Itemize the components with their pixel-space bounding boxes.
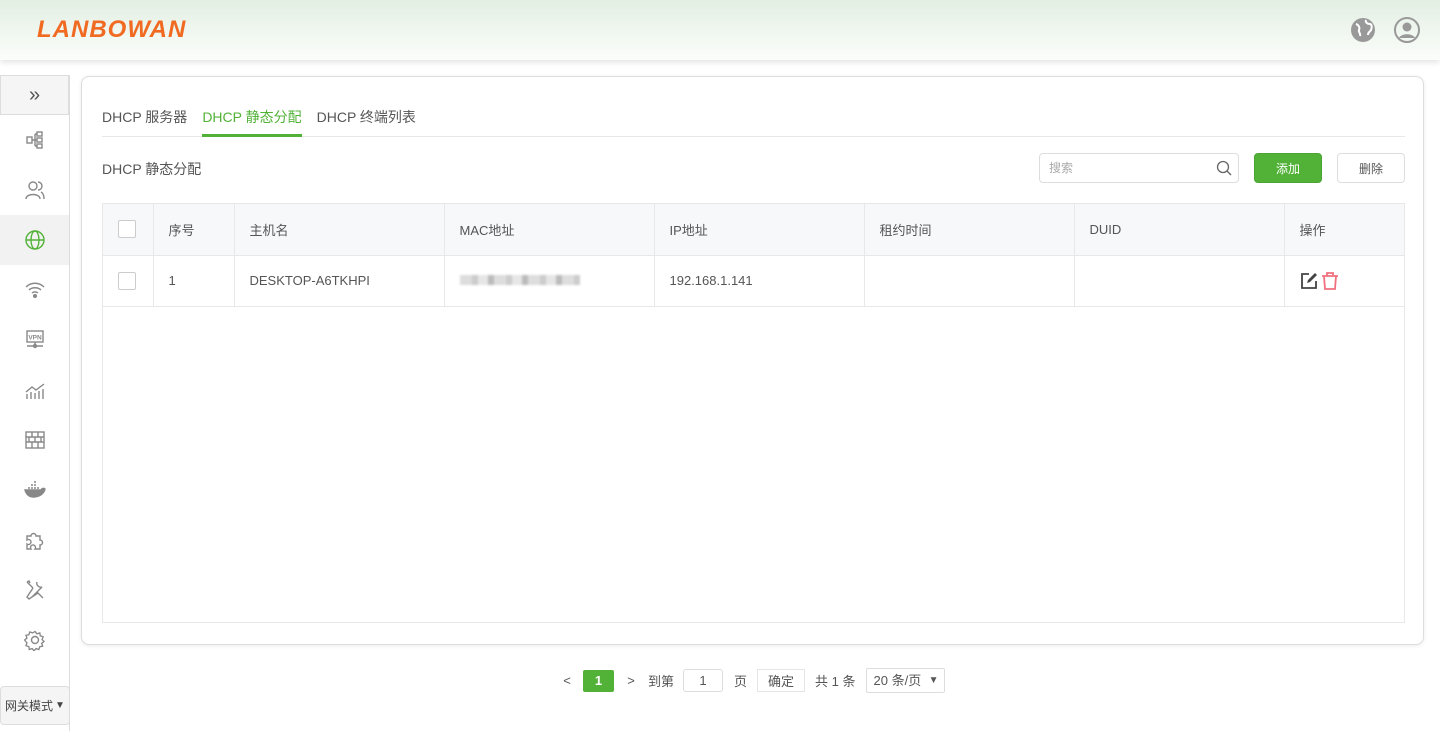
tab-dhcp-static[interactable]: DHCP 静态分配 — [202, 101, 302, 137]
mac-redacted — [459, 275, 580, 285]
table-header-row: 序号 主机名 MAC地址 IP地址 租约时间 DUID 操作 — [103, 204, 1404, 256]
tab-dhcp-server[interactable]: DHCP 服务器 — [102, 101, 187, 137]
svg-text:VPN: VPN — [28, 335, 42, 342]
cell-hostname: DESKTOP-A6TKHPI — [234, 255, 445, 307]
chevron-down-icon: ▼ — [928, 675, 939, 686]
sidebar-item-topology[interactable] — [0, 115, 69, 165]
tab-dhcp-clients[interactable]: DHCP 终端列表 — [317, 101, 416, 137]
firewall-icon — [24, 431, 45, 449]
sidebar-item-firewall[interactable] — [0, 415, 69, 465]
add-button[interactable]: 添加 — [1254, 153, 1322, 183]
column-header: MAC地址 — [444, 204, 655, 256]
goto-page-input[interactable]: 1 — [683, 669, 724, 692]
edit-icon[interactable] — [1300, 272, 1318, 290]
prev-page-button[interactable]: < — [556, 670, 578, 692]
column-header: 操作 — [1284, 204, 1404, 256]
delete-button[interactable]: 删除 — [1337, 153, 1405, 183]
page-1-button[interactable]: 1 — [583, 669, 614, 692]
tab-bar: DHCP 服务器 DHCP 静态分配 DHCP 终端列表 — [102, 101, 1405, 137]
column-header: IP地址 — [654, 204, 865, 256]
topology-icon — [25, 131, 43, 149]
sidebar: » VPN 网关模式 ▼ — [0, 75, 70, 731]
column-header: 租约时间 — [864, 204, 1075, 256]
search-input[interactable]: 搜索 — [1039, 153, 1239, 183]
column-header: DUID — [1074, 204, 1285, 256]
tools-icon — [25, 580, 43, 600]
cell-index: 1 — [153, 255, 235, 307]
goto-label: 到第 — [648, 674, 675, 689]
plugin-icon — [25, 532, 43, 550]
vpn-icon: VPN — [25, 330, 44, 349]
cell-ip: 192.168.1.141 — [654, 255, 865, 307]
page-size-select[interactable]: 20 条/页 ▼ — [865, 668, 945, 693]
sidebar-toggle-button[interactable]: » — [0, 75, 69, 115]
chart-icon — [25, 383, 44, 399]
delete-icon[interactable] — [1321, 271, 1339, 290]
cell-duid — [1074, 255, 1285, 307]
user-icon[interactable] — [1394, 17, 1420, 43]
column-header: 序号 — [153, 204, 235, 256]
sidebar-item-wifi[interactable] — [0, 265, 69, 315]
wifi-icon — [25, 282, 44, 298]
sidebar-item-chart[interactable] — [0, 365, 69, 415]
sidebar-item-docker[interactable] — [0, 465, 69, 515]
cell-lease — [864, 255, 1075, 307]
static-lease-table: 序号 主机名 MAC地址 IP地址 租约时间 DUID 操作 1 DESKTOP… — [102, 203, 1405, 623]
globe-icon[interactable] — [1350, 17, 1376, 43]
confirm-button[interactable]: 确定 — [757, 669, 806, 692]
sidebar-item-plugin[interactable] — [0, 515, 69, 565]
page-label: 页 — [734, 674, 748, 689]
logo: LANBOWAN — [37, 16, 187, 43]
next-page-button[interactable]: > — [614, 670, 648, 692]
total-count: 共 1 条 — [815, 674, 856, 689]
page-size-value: 20 条/页 — [873, 673, 922, 688]
content-card: DHCP 服务器 DHCP 静态分配 DHCP 终端列表 DHCP 静态分配 搜… — [81, 76, 1424, 645]
sidebar-item-settings[interactable] — [0, 615, 69, 665]
section-title: DHCP 静态分配 — [102, 161, 202, 177]
settings-icon — [23, 630, 45, 651]
row-checkbox[interactable] — [118, 271, 136, 290]
globe-icon — [24, 230, 45, 250]
pagination: < 1 > 到第 1 页 确定 共 1 条 20 条/页 ▼ — [556, 668, 945, 693]
docker-icon — [23, 481, 46, 498]
mode-label: 网关模式 — [5, 699, 54, 713]
column-header: 主机名 — [234, 204, 445, 256]
table-row: 1 DESKTOP-A6TKHPI 192.168.1.141 — [103, 255, 1404, 307]
mode-select[interactable]: 网关模式 ▼ — [0, 686, 70, 725]
sidebar-item-tools[interactable] — [0, 565, 69, 615]
search-icon[interactable] — [1216, 160, 1232, 176]
chevron-down-icon: ▼ — [55, 700, 65, 711]
users-icon — [24, 181, 45, 200]
sidebar-item-users[interactable] — [0, 165, 69, 215]
select-all-checkbox[interactable] — [118, 220, 136, 239]
sidebar-item-vpn[interactable]: VPN — [0, 315, 69, 365]
sidebar-item-globe[interactable] — [0, 215, 69, 265]
search-placeholder: 搜索 — [1049, 161, 1074, 175]
top-header: LANBOWAN — [0, 0, 1440, 60]
